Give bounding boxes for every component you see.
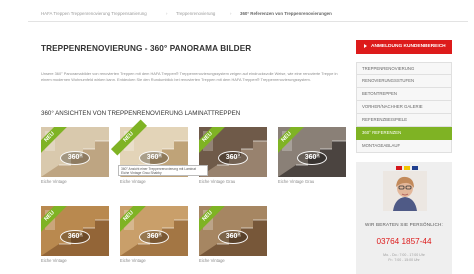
customer-login-label: ANMELDUNG KUNDENBEREICH <box>371 44 446 49</box>
language-flag-icon[interactable] <box>396 166 402 170</box>
thumbnail-caption: Eiche Vintage <box>199 258 225 263</box>
thumbnail-caption: Eiche Vintage <box>120 258 146 263</box>
section-heading: 360° ANSICHTEN VON TREPPENRENOVIERUNG LA… <box>41 110 241 117</box>
360-icon: 360° <box>218 151 248 165</box>
panorama-thumbnail[interactable]: NEU 360° <box>120 206 188 256</box>
thumbnail-caption: Eiche Vintage Grau <box>199 179 236 184</box>
sidebar-nav: TREPPENRENOVIERUNG RENOVIERUNGSSTUFEN BETO… <box>356 62 452 153</box>
sidebar-item-referenzbeispiele[interactable]: REFERENZBEISPIELE <box>356 114 452 127</box>
360-icon: 360° <box>297 151 327 165</box>
breadcrumb-separator: › <box>166 11 168 16</box>
consultant-avatar <box>383 171 427 211</box>
sidebar-item-vorher-nachher-galerie[interactable]: VORHER/NACHHER GALERIE <box>356 101 452 114</box>
panorama-thumbnail[interactable]: NEU 360° <box>199 206 267 256</box>
consultant-photo-icon <box>383 171 427 211</box>
panorama-thumbnail[interactable]: NEU 360° <box>41 206 109 256</box>
thumbnail-caption: Eiche Vintage <box>120 179 146 184</box>
thumbnail-caption: Eiche Vintage Grau <box>278 179 315 184</box>
header-divider <box>28 21 468 22</box>
panorama-thumbnail[interactable]: NEU 360° <box>41 127 109 177</box>
thumbnail-tooltip: 360° Ansicht einer Treppenrenovierung mi… <box>118 165 208 176</box>
panorama-thumbnail[interactable]: NEU 360° 360° Ansicht einer Treppenrenovie… <box>110 119 208 177</box>
arrow-right-icon <box>364 43 367 48</box>
page-title: TREPPENRENOVIERUNG - 360° PANORAMA BILDE… <box>41 44 252 53</box>
breadcrumb-current: 360° Referenzen von Treppenrenovierungen <box>240 11 332 16</box>
thumbnail-caption: Eiche Vintage <box>41 258 67 263</box>
language-flag-icon[interactable] <box>404 166 410 170</box>
360-icon: 360° <box>60 230 90 244</box>
breadcrumb-separator: › <box>230 11 232 16</box>
360-icon: 360° <box>218 230 248 244</box>
breadcrumb-link-renovierung[interactable]: Treppenrenovierung <box>176 11 215 16</box>
opening-hours-friday: Fr.: 7:00 - 15:00 Uhr <box>388 258 420 262</box>
language-flag-icon[interactable] <box>412 166 418 170</box>
sidebar-item-treppenrenovierung[interactable]: TREPPENRENOVIERUNG <box>356 62 452 75</box>
breadcrumb: HAFA Treppen Treppenrenovierung Treppens… <box>0 8 474 20</box>
opening-hours: Mo. - Do.: 7:00 - 17:00 Uhr Fr.: 7:00 - … <box>356 253 452 263</box>
360-icon: 360° <box>60 151 90 165</box>
sidebar-item-montageablauf[interactable]: MONTAGEABLAUF <box>356 140 452 153</box>
breadcrumb-home-link[interactable]: HAFA Treppen Treppenrenovierung Treppens… <box>41 11 147 16</box>
360-icon: 360° <box>139 230 169 244</box>
thumbnail-caption: Eiche Vintage <box>41 179 67 184</box>
sidebar-item-betontreppen[interactable]: BETONTREPPEN <box>356 88 452 101</box>
sidebar-item-360-referenzen[interactable]: 360° REFERENZEN <box>356 127 452 140</box>
contact-heading: WIR BERATEN SIE PERSÖNLICH: <box>364 222 444 227</box>
intro-text: Unsere 360° Panoramabilder von renoviert… <box>41 71 338 83</box>
panorama-thumbnail[interactable]: NEU 360° <box>199 127 267 177</box>
panorama-thumbnail[interactable]: NEU 360° <box>278 127 346 177</box>
customer-login-button[interactable]: ANMELDUNG KUNDENBEREICH <box>356 40 452 54</box>
phone-number[interactable]: 03764 1857-44 <box>356 237 452 246</box>
360-icon: 360° <box>139 151 169 165</box>
sidebar-item-renovierungsstufen[interactable]: RENOVIERUNGSSTUFEN <box>356 75 452 88</box>
